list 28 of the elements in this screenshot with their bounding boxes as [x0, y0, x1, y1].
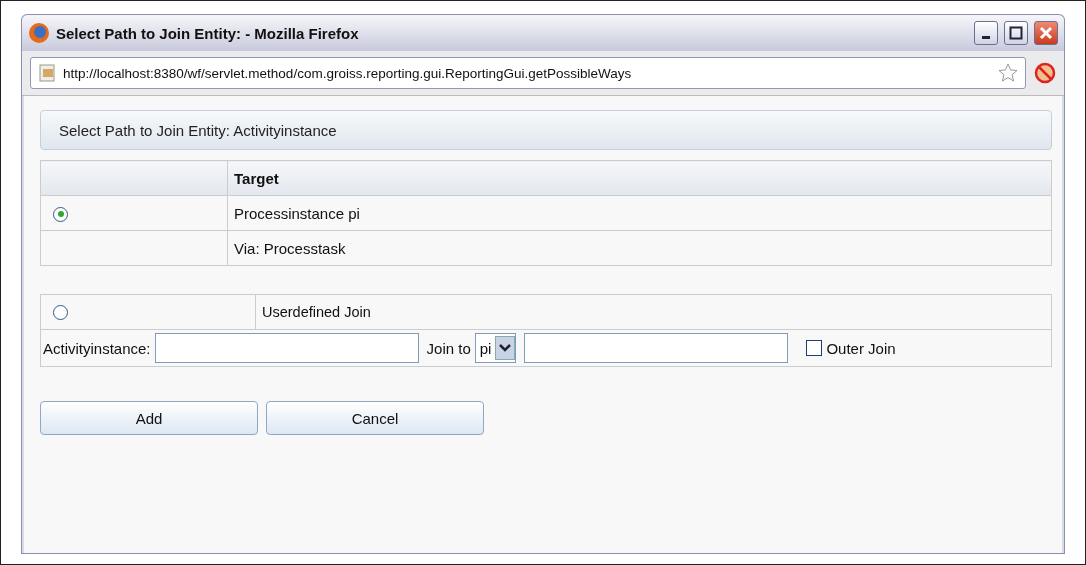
- minimize-button[interactable]: [974, 21, 998, 45]
- section-heading: Select Path to Join Entity: Activityinstance: [40, 110, 1052, 150]
- maximize-button[interactable]: [1004, 21, 1028, 45]
- blocked-icon[interactable]: [1034, 62, 1056, 84]
- radio-button[interactable]: [53, 206, 68, 222]
- input-field[interactable]: [524, 333, 789, 363]
- minimize-icon: [982, 36, 990, 39]
- star-icon[interactable]: [997, 62, 1019, 84]
- column-header: Target: [227, 160, 1052, 196]
- table-cell: Via: Processtask: [227, 230, 1052, 266]
- dialog-button[interactable]: Add: [40, 401, 258, 435]
- browser-logo-icon: [28, 22, 50, 44]
- radio-button[interactable]: [53, 305, 68, 321]
- window-title: Select Path to Join Entity: - Mozilla Firefox: [56, 24, 360, 42]
- join-select[interactable]: pi: [474, 333, 517, 363]
- checkbox-label: Outer Join: [826, 339, 896, 357]
- maximize-icon: [1009, 26, 1023, 40]
- page-icon: [37, 63, 57, 83]
- input-field[interactable]: [154, 333, 419, 363]
- checkbox[interactable]: [806, 340, 823, 356]
- close-button[interactable]: [1034, 21, 1058, 45]
- close-icon: [1039, 26, 1053, 40]
- table-cell: Processinstance pi: [227, 195, 1052, 231]
- table-cell: Userdefined Join: [255, 294, 1052, 330]
- field-label: Join to: [426, 339, 471, 357]
- dialog-button[interactable]: Cancel: [266, 401, 484, 435]
- field-label: Activityinstance:: [43, 339, 151, 357]
- address-bar[interactable]: http://localhost:8380/wf/servlet.method/com.groiss.reporting.gui.ReportingGui.getPossibleWays: [30, 57, 1026, 89]
